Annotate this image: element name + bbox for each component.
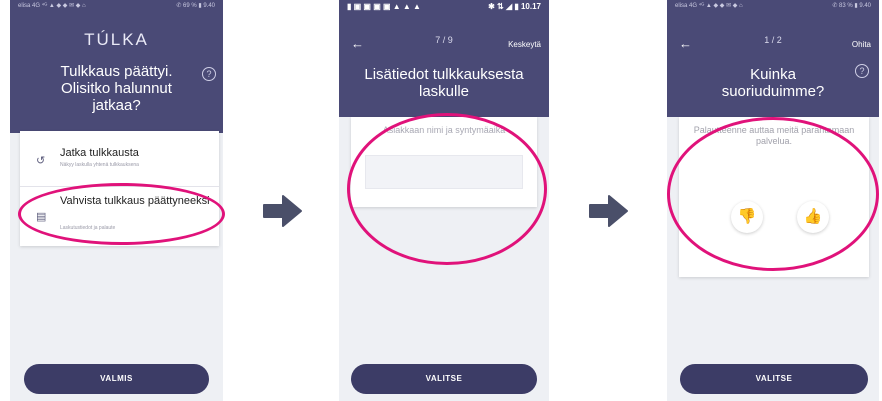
header: ▮ ▣ ▣ ▣ ▣ ▲ ▲ ▲ ✱ ⇅ ◢ ▮ 10.17 ← 7 / 9 Ke… xyxy=(339,0,549,117)
page-title: Lisätiedot tulkkauksesta laskulle xyxy=(364,66,524,100)
option-continue-interpreting[interactable]: ↺ Jatka tulkkausta Näkyy laskulla yhtenä… xyxy=(20,131,219,187)
highlight-ellipse-feedback xyxy=(667,117,879,271)
cancel-link[interactable]: Keskeytä xyxy=(508,40,541,49)
header: elisa 4G ⁴ᴳ ▲ ◆ ◆ ✉ ◆ ⌂ ✆ 83 % ▮ 9.40 ← … xyxy=(667,0,879,117)
skip-link[interactable]: Ohita xyxy=(852,40,871,49)
select-button[interactable]: VALITSE xyxy=(680,364,868,394)
page-title: Kuinka suoriuduimme? xyxy=(721,66,825,100)
status-left: elisa 4G ⁴ᴳ ▲ ◆ ◆ ✉ ◆ ⌂ xyxy=(18,3,86,9)
done-button[interactable]: VALMIS xyxy=(24,364,209,394)
highlight-ellipse-option xyxy=(18,183,225,245)
status-left: elisa 4G ⁴ᴳ ▲ ◆ ◆ ✉ ◆ ⌂ xyxy=(675,3,743,9)
select-button[interactable]: VALITSE xyxy=(351,364,537,394)
status-left: ▮ ▣ ▣ ▣ ▣ ▲ ▲ ▲ xyxy=(347,2,421,11)
step-counter: 1 / 2 xyxy=(764,35,782,45)
header: elisa 4G ⁴ᴳ ▲ ◆ ◆ ✉ ◆ ⌂ ✆ 69 % ▮ 9.40 TÚ… xyxy=(10,0,223,133)
restart-icon: ↺ xyxy=(36,155,46,167)
status-bar: ▮ ▣ ▣ ▣ ▣ ▲ ▲ ▲ ✱ ⇅ ◢ ▮ 10.17 xyxy=(347,2,541,14)
status-right: ✆ 69 % ▮ 9.40 xyxy=(176,3,215,9)
highlight-ellipse-input xyxy=(347,113,547,265)
option-title: Jatka tulkkausta xyxy=(60,147,139,159)
next-arrow-icon xyxy=(589,195,628,227)
status-right: ✆ 83 % ▮ 9.40 xyxy=(832,3,871,9)
tulka-logo: TÚLKA xyxy=(84,30,149,49)
next-arrow-icon xyxy=(263,195,302,227)
page-title: Tulkkaus päättyi. Olisitko halunnut jatk… xyxy=(60,63,173,114)
status-bar: elisa 4G ⁴ᴳ ▲ ◆ ◆ ✉ ◆ ⌂ ✆ 69 % ▮ 9.40 xyxy=(18,2,215,14)
status-right: ✱ ⇅ ◢ ▮ 10.17 xyxy=(488,2,541,11)
status-bar: elisa 4G ⁴ᴳ ▲ ◆ ◆ ✉ ◆ ⌂ ✆ 83 % ▮ 9.40 xyxy=(675,2,871,14)
option-subtitle: Näkyy laskulla yhtenä tulkkauksena xyxy=(60,162,139,168)
